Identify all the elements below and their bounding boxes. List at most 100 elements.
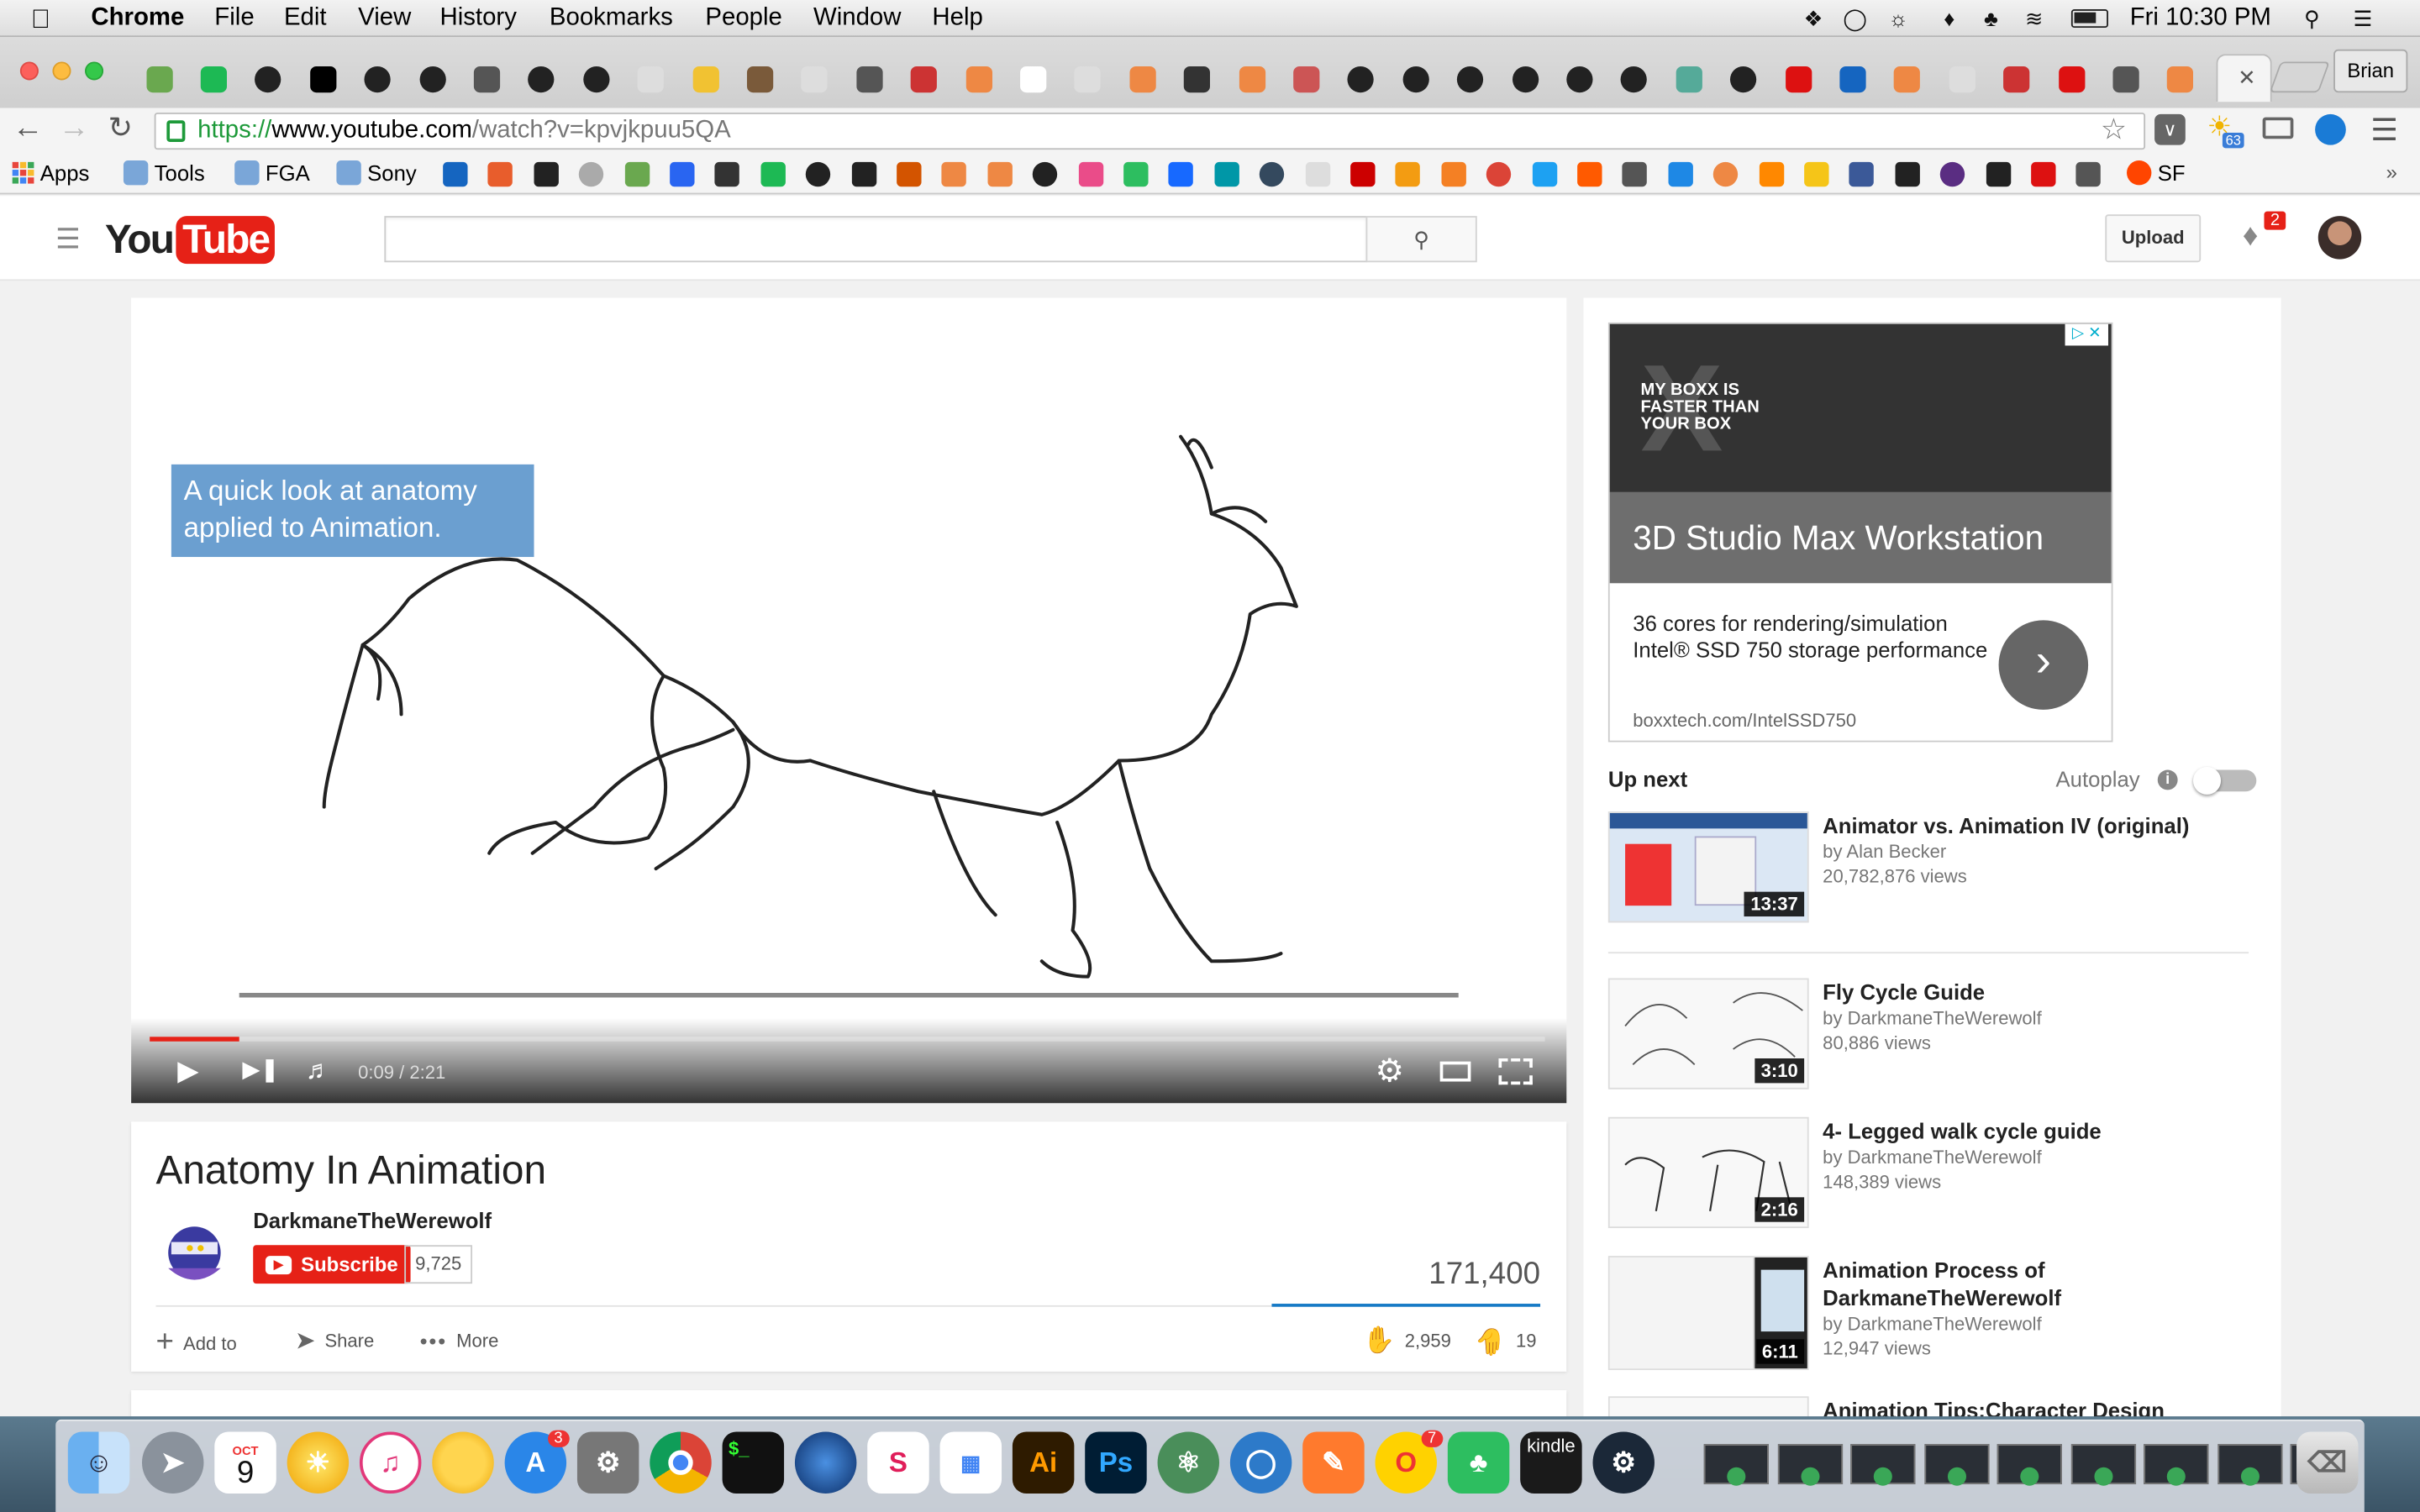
video-thumbnail[interactable] [1607, 1396, 1809, 1418]
pinned-tab[interactable] [1993, 55, 2039, 102]
pinned-tab[interactable] [682, 55, 729, 102]
bookmark-favicon-icon[interactable] [2031, 161, 2056, 187]
video-thumbnail[interactable]: 13:37 [1607, 811, 1809, 923]
apple-menu-icon[interactable]:  [31, 5, 50, 36]
bookmark-favicon-icon[interactable] [488, 161, 513, 187]
menu-people[interactable]: People [705, 5, 782, 33]
fullscreen-icon[interactable] [1498, 1058, 1533, 1085]
window-close-button[interactable] [19, 61, 39, 81]
active-tab[interactable]: ✕ [2216, 54, 2272, 102]
related-video-2[interactable]: 2:16 4- Legged walk cycle guide by Darkm… [1607, 1116, 2256, 1229]
video-thumbnail[interactable]: 6:11 [1607, 1256, 1809, 1371]
bookmark-favicon-icon[interactable] [670, 161, 695, 187]
itunes-icon[interactable]: ♫ [359, 1431, 422, 1494]
pinned-tab[interactable] [1338, 55, 1384, 102]
extension-icon[interactable] [2315, 113, 2346, 145]
pinned-tab[interactable] [1939, 55, 1985, 102]
pinned-tab[interactable] [737, 55, 783, 102]
terminal-icon[interactable]: $_ [722, 1431, 785, 1494]
pinned-tab[interactable] [1392, 55, 1439, 102]
bookmark-favicon-icon[interactable] [715, 161, 740, 187]
bookmark-favicon-icon[interactable] [579, 161, 604, 187]
window-minimize-button[interactable] [52, 61, 71, 81]
menu-edit[interactable]: Edit [284, 5, 327, 33]
menu-file[interactable]: File [214, 5, 254, 33]
video-thumbnail[interactable]: 3:10 [1607, 978, 1809, 1089]
menu-help[interactable]: Help [932, 5, 982, 33]
window-zoom-button[interactable] [85, 61, 104, 81]
pinned-tab[interactable] [1611, 55, 1657, 102]
autoplay-toggle[interactable] [2193, 766, 2257, 795]
pinned-tab[interactable] [792, 55, 838, 102]
evernote-icon[interactable]: ♣ [1979, 6, 2003, 30]
ad-choices-icon[interactable]: ▷ ✕ [2065, 323, 2108, 346]
pinned-tab[interactable] [191, 55, 237, 102]
bookmark-favicon-icon[interactable] [1532, 161, 1557, 187]
creative-cloud-icon[interactable]: ☼ [1886, 6, 1910, 30]
minimized-window-thumbnail[interactable] [1850, 1444, 1916, 1486]
related-video-3[interactable]: 6:11 Animation Process of DarkmaneTheWer… [1607, 1256, 2256, 1371]
bookmark-favicon-icon[interactable] [2076, 161, 2102, 187]
bookmark-favicon-icon[interactable] [1441, 161, 1466, 187]
pinned-tab[interactable] [355, 55, 401, 102]
next-icon[interactable]: ▶❚ [242, 1055, 279, 1083]
finder-icon[interactable]: ☺ [67, 1431, 130, 1494]
pinned-tab[interactable] [2157, 55, 2203, 102]
sync-icon[interactable]: ◯ [1843, 6, 1867, 30]
bookmark-favicon-icon[interactable] [1305, 161, 1330, 187]
pinned-tab[interactable] [1065, 55, 1111, 102]
settings-gear-icon[interactable]: ⚙ [1376, 1053, 1405, 1091]
notification-center-icon[interactable]: ☰ [2350, 6, 2375, 30]
pinned-tab[interactable] [1174, 55, 1220, 102]
bookmark-favicon-icon[interactable] [987, 161, 1013, 187]
minimized-window-thumbnail[interactable] [2217, 1444, 2282, 1486]
add-to-button[interactable]: + Add to [156, 1326, 237, 1361]
minimized-window-thumbnail[interactable] [1923, 1444, 1989, 1486]
related-video-title[interactable]: Animation Tips:Character Design [1823, 1396, 2254, 1418]
menubar-clock[interactable]: Fri 10:30 PM [2130, 5, 2271, 33]
wifi-icon[interactable]: ≋ [2022, 6, 2046, 30]
bookmark-favicon-icon[interactable] [1804, 161, 1829, 187]
reload-icon[interactable]: ↻ [108, 111, 133, 146]
menu-view[interactable]: View [358, 5, 411, 33]
related-video-4[interactable]: Animation Tips:Character Design [1607, 1396, 2256, 1418]
bookmark-favicon-icon[interactable] [897, 161, 922, 187]
pinned-tab[interactable] [573, 55, 619, 102]
related-video-title[interactable]: 4- Legged walk cycle guide [1823, 1117, 2254, 1145]
close-tab-icon[interactable]: ✕ [2238, 65, 2256, 91]
subscribe-button[interactable]: ▶ Subscribe [253, 1245, 411, 1284]
steam-icon[interactable]: ⚙ [1592, 1431, 1655, 1494]
bookmark-favicon-icon[interactable] [1486, 161, 1512, 187]
pinned-tab[interactable] [1283, 55, 1329, 102]
spotlight-search-icon[interactable]: ⚲ [2300, 6, 2324, 30]
pinned-tab[interactable] [245, 55, 292, 102]
bookmark-favicon-icon[interactable] [1986, 161, 2011, 187]
bookmark-favicon-icon[interactable] [1078, 161, 1103, 187]
bookmark-favicon-icon[interactable] [624, 161, 650, 187]
bookmark-favicon-icon[interactable] [1713, 161, 1739, 187]
dropbox-icon[interactable]: ❖ [1801, 6, 1825, 30]
pinned-tab[interactable] [901, 55, 947, 102]
apps-grid-dock-icon[interactable]: ▦ [939, 1431, 1002, 1494]
pinned-tab[interactable] [1119, 55, 1165, 102]
account-avatar[interactable] [2317, 216, 2362, 260]
bookmark-favicon-icon[interactable] [1033, 161, 1058, 187]
pinned-tab[interactable] [2102, 55, 2149, 102]
profile-button[interactable]: Brian [2333, 49, 2408, 93]
system-preferences-icon[interactable]: ⚙ [576, 1431, 639, 1494]
bookmark-favicon-icon[interactable] [942, 161, 967, 187]
pinned-tab[interactable] [1665, 55, 1712, 102]
bookmark-favicon-icon[interactable] [1668, 161, 1693, 187]
search-button[interactable]: ⚲ [1365, 216, 1477, 263]
forward-arrow-icon[interactable]: → [59, 111, 90, 146]
bookmark-folder-tools[interactable]: Tools [123, 160, 205, 186]
bookmark-favicon-icon[interactable] [443, 161, 468, 187]
bookmark-favicon-icon[interactable] [760, 161, 786, 187]
display-ad[interactable]: X MY BOXX IS FASTER THAN YOUR BOX ▷ ✕ 3D… [1607, 322, 2113, 743]
bookmark-favicon-icon[interactable] [1759, 161, 1784, 187]
youtube-logo[interactable]: You Tube [105, 214, 276, 264]
channel-name[interactable]: DarkmaneTheWerewolf [253, 1208, 492, 1232]
pinned-tab[interactable] [1720, 55, 1766, 102]
calendar-icon[interactable]: OCT 9 [214, 1431, 276, 1494]
pinned-tab[interactable] [1010, 55, 1056, 102]
